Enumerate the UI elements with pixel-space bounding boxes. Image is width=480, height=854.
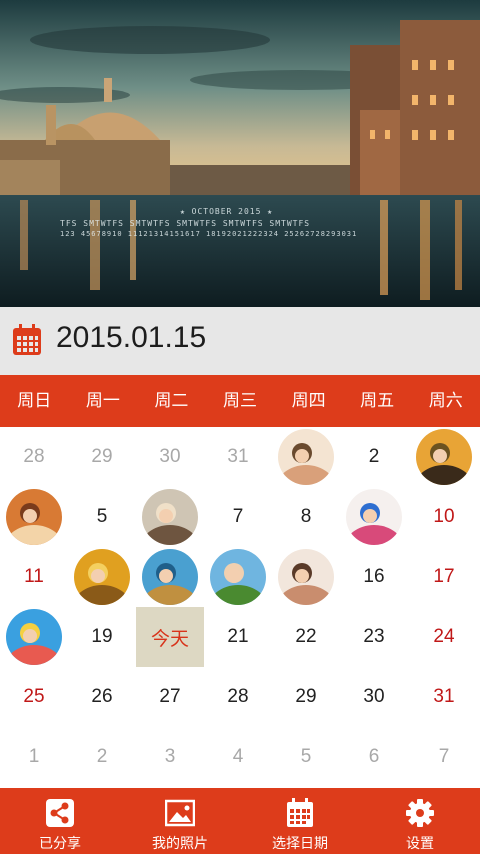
day-cell[interactable]: 16	[340, 547, 408, 607]
tab-shared[interactable]: 已分享	[0, 788, 120, 854]
day-cell-photo[interactable]	[272, 427, 340, 487]
day-photo-thumbnail	[142, 489, 198, 545]
day-cell[interactable]: 5	[272, 727, 340, 787]
weekday-sun: 周日	[17, 391, 52, 411]
day-cell[interactable]: 19	[68, 607, 136, 667]
day-cell[interactable]: 11	[0, 547, 68, 607]
day-cell-photo[interactable]	[0, 607, 68, 667]
share-icon	[46, 799, 74, 827]
day-cell[interactable]: 6	[340, 727, 408, 787]
day-cell[interactable]: 23	[340, 607, 408, 667]
wallpaper-calendar-overlay: ★ OCTOBER 2015 ★ TFS SMTWTFS SMTWTFS SMT…	[60, 207, 430, 247]
overlay-month: ★ OCTOBER 2015 ★	[180, 207, 274, 216]
weekday-header: 周日 周一 周二 周三 周四 周五 周六	[0, 375, 480, 427]
header-photo: ★ OCTOBER 2015 ★ TFS SMTWTFS SMTWTFS SMT…	[0, 0, 480, 307]
tab-my-photos-label: 我的照片	[152, 836, 208, 852]
day-cell-photo[interactable]	[0, 487, 68, 547]
day-photo-thumbnail	[278, 429, 334, 485]
tab-settings-label: 设置	[406, 836, 434, 852]
day-cell[interactable]: 28	[204, 667, 272, 727]
day-cell[interactable]: 31	[204, 427, 272, 487]
day-cell[interactable]: 28	[0, 427, 68, 487]
day-cell[interactable]: 17	[408, 547, 480, 607]
day-photo-thumbnail	[142, 549, 198, 605]
tab-my-photos[interactable]: 我的照片	[120, 788, 240, 854]
day-cell[interactable]: 21	[204, 607, 272, 667]
day-cell-today[interactable]: 今天	[136, 607, 204, 667]
current-date: 2015.01.15	[56, 321, 207, 354]
weekday-wed: 周三	[223, 391, 258, 411]
day-cell[interactable]: 29	[272, 667, 340, 727]
day-cell[interactable]: 10	[408, 487, 480, 547]
day-cell[interactable]: 5	[68, 487, 136, 547]
day-photo-thumbnail	[278, 549, 334, 605]
date-bar[interactable]: 2015.01.15	[0, 307, 480, 375]
weekday-sat: 周六	[428, 391, 463, 411]
calendar-icon	[13, 324, 41, 355]
day-cell-photo[interactable]	[136, 487, 204, 547]
day-cell[interactable]: 27	[136, 667, 204, 727]
bottom-nav: 已分享 我的照片 选择日期 设置	[0, 788, 480, 854]
tab-settings[interactable]: 设置	[360, 788, 480, 854]
day-cell[interactable]: 3	[136, 727, 204, 787]
gear-icon	[406, 799, 434, 827]
overlay-numbers: 123 45678910 11121314151617 181920212223…	[60, 230, 358, 238]
day-cell[interactable]: 8	[272, 487, 340, 547]
tab-select-date[interactable]: 选择日期	[240, 788, 360, 854]
day-cell-photo[interactable]	[204, 547, 272, 607]
day-cell[interactable]: 2	[68, 727, 136, 787]
day-cell[interactable]: 31	[408, 667, 480, 727]
tab-select-date-label: 选择日期	[272, 836, 328, 852]
day-cell-photo[interactable]	[408, 427, 480, 487]
day-photo-thumbnail	[6, 489, 62, 545]
photo-icon	[165, 799, 195, 827]
day-cell[interactable]: 26	[68, 667, 136, 727]
day-cell[interactable]: 25	[0, 667, 68, 727]
day-cell-photo[interactable]	[136, 547, 204, 607]
day-photo-thumbnail	[346, 489, 402, 545]
day-cell[interactable]: 1	[0, 727, 68, 787]
weekday-fri: 周五	[360, 391, 395, 411]
day-cell-photo[interactable]	[272, 547, 340, 607]
day-cell[interactable]: 30	[136, 427, 204, 487]
calendar-icon	[287, 798, 313, 827]
day-cell[interactable]: 22	[272, 607, 340, 667]
day-photo-thumbnail	[210, 549, 266, 605]
overlay-days: TFS SMTWTFS SMTWTFS SMTWTFS SMTWTFS SMTW…	[60, 219, 311, 228]
day-cell[interactable]: 7	[204, 487, 272, 547]
weekday-tue: 周二	[154, 391, 189, 411]
day-cell-photo[interactable]	[68, 547, 136, 607]
calendar-grid: 28 29 30 31 2 5 7 8 10 11 16 17 19 今天 21 22 23 24 25 26 27 28…	[0, 427, 480, 787]
day-cell[interactable]: 24	[408, 607, 480, 667]
weekday-mon: 周一	[85, 391, 120, 411]
day-cell-photo[interactable]	[340, 487, 408, 547]
day-photo-thumbnail	[416, 429, 472, 485]
day-cell[interactable]: 7	[408, 727, 480, 787]
day-photo-thumbnail	[74, 549, 130, 605]
weekday-thu: 周四	[291, 391, 326, 411]
tab-shared-label: 已分享	[39, 836, 81, 852]
day-cell[interactable]: 2	[340, 427, 408, 487]
day-photo-thumbnail	[6, 609, 62, 665]
day-cell[interactable]: 29	[68, 427, 136, 487]
day-cell[interactable]: 4	[204, 727, 272, 787]
day-cell[interactable]: 30	[340, 667, 408, 727]
